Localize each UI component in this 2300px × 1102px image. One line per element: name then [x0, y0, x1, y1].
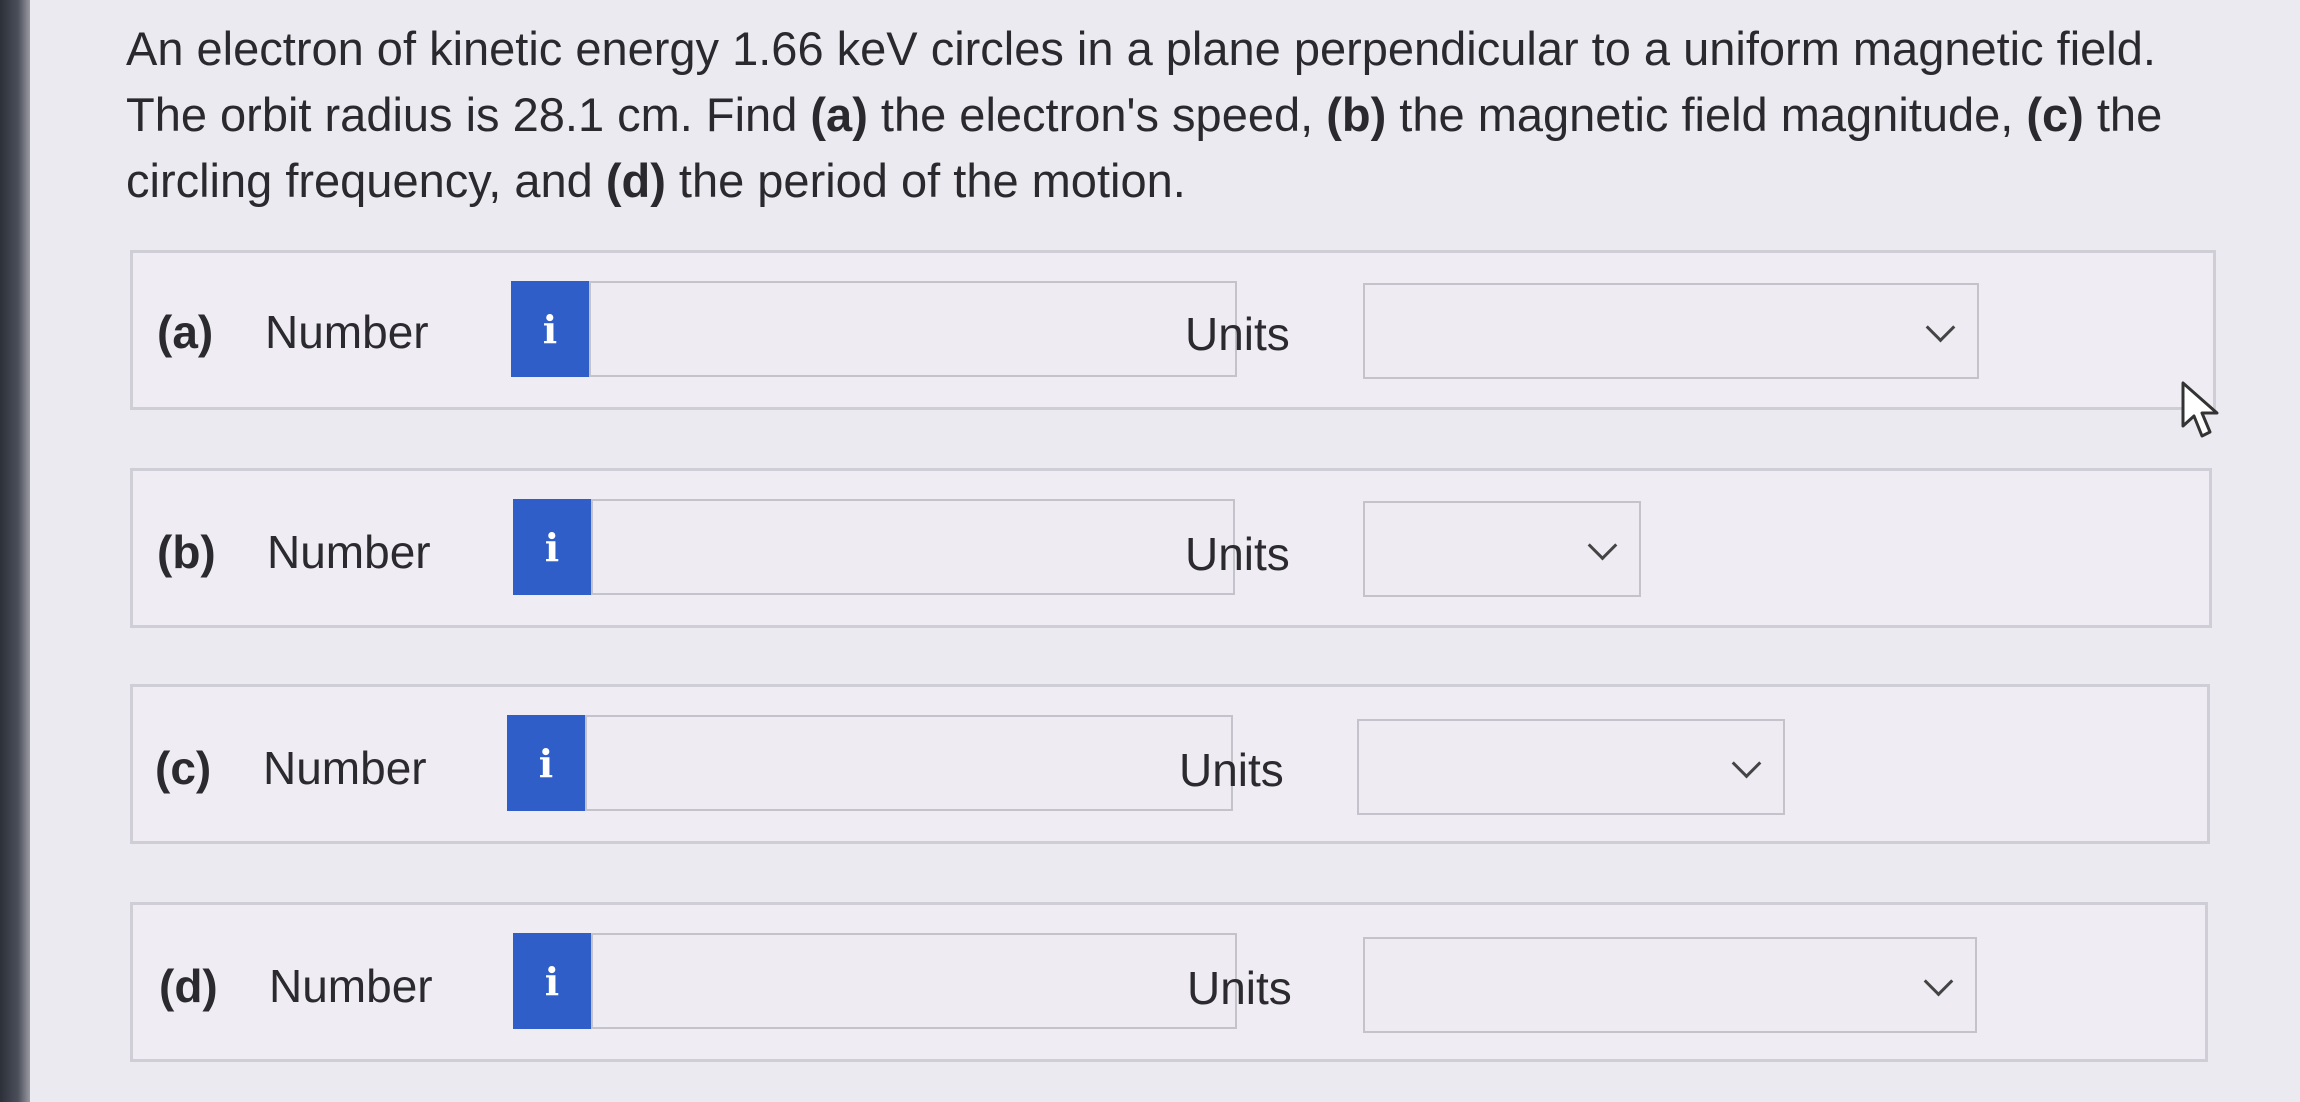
answer-row-d: (d) Number i Units — [130, 902, 2208, 1062]
part-label: (c) — [155, 742, 212, 794]
part-label: (d) — [159, 960, 218, 1012]
units-label: Units — [1179, 744, 1284, 796]
mouse-pointer-icon — [2181, 381, 2219, 438]
number-input[interactable] — [589, 281, 1237, 377]
part-label: (b) — [157, 526, 216, 578]
number-label: Number — [265, 306, 429, 358]
number-input[interactable] — [591, 933, 1237, 1029]
part-ref-c: (c) — [2026, 88, 2084, 141]
info-icon[interactable]: i — [511, 281, 589, 377]
answer-row-a: (a) Number i Units — [130, 250, 2216, 410]
number-label: Number — [263, 742, 427, 794]
units-select[interactable] — [1357, 719, 1785, 815]
chevron-down-icon — [1925, 312, 1956, 343]
question-text: An electron of kinetic energy 1.66 keV c… — [126, 16, 2236, 214]
info-icon[interactable]: i — [507, 715, 585, 811]
number-input[interactable] — [585, 715, 1233, 811]
part-ref-a: (a) — [810, 88, 868, 141]
units-label: Units — [1185, 308, 1290, 360]
chevron-down-icon — [1731, 748, 1762, 779]
part-ref-b: (b) — [1326, 88, 1387, 141]
chevron-down-icon — [1923, 966, 1954, 997]
part-label: (a) — [157, 306, 214, 358]
part-ref-d: (d) — [605, 154, 666, 207]
question-line-3b: the period of the motion. — [665, 154, 1186, 207]
screen-edge — [0, 0, 30, 1102]
info-icon[interactable]: i — [513, 933, 591, 1029]
info-icon[interactable]: i — [513, 499, 591, 595]
question-line-2c: the magnetic field magnitude, — [1386, 88, 2027, 141]
units-select[interactable] — [1363, 501, 1641, 597]
units-label: Units — [1187, 962, 1292, 1014]
number-label: Number — [269, 960, 433, 1012]
units-select[interactable] — [1363, 283, 1979, 379]
question-line-2a: The orbit radius is 28.1 cm. Find — [126, 88, 811, 141]
question-line-1: An electron of kinetic energy 1.66 keV c… — [126, 22, 2156, 75]
units-label: Units — [1185, 528, 1290, 580]
answer-row-c: (c) Number i Units — [130, 684, 2210, 844]
answer-row-b: (b) Number i Units — [130, 468, 2212, 628]
question-line-2b: the electron's speed, — [867, 88, 1327, 141]
units-select[interactable] — [1363, 937, 1977, 1033]
number-input[interactable] — [591, 499, 1235, 595]
chevron-down-icon — [1587, 530, 1618, 561]
number-label: Number — [267, 526, 431, 578]
